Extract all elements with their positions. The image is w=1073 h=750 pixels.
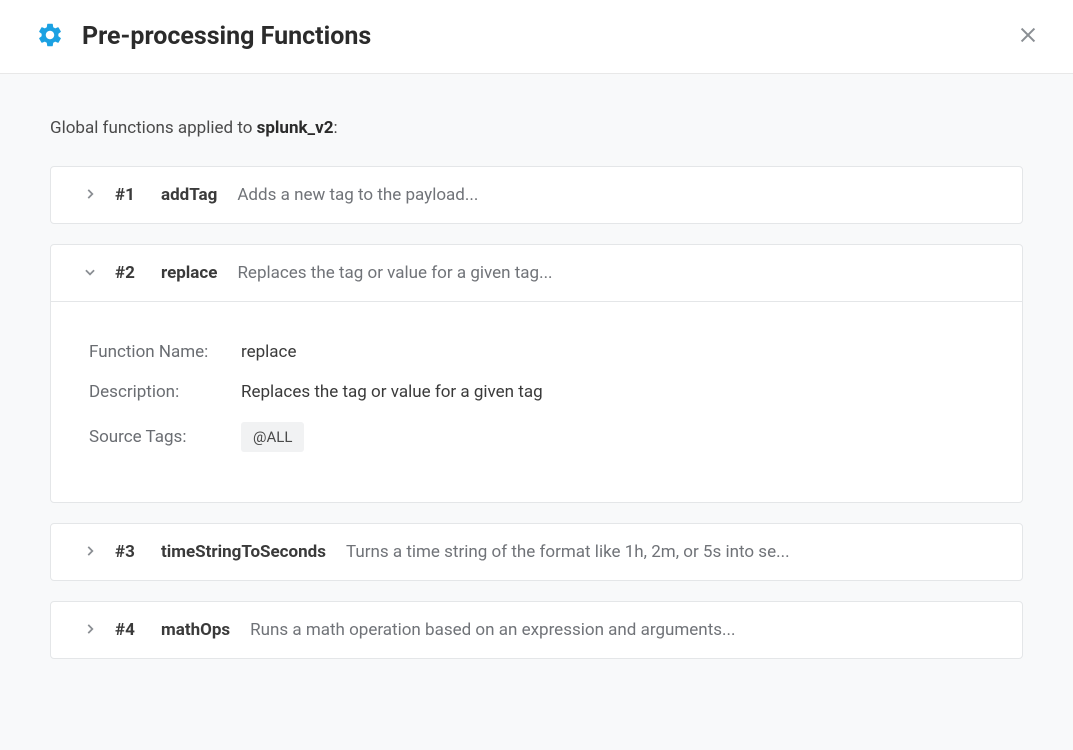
close-icon <box>1017 24 1039 49</box>
page-title: Pre-processing Functions <box>82 22 371 51</box>
function-header-addtag[interactable]: #1 addTag Adds a new tag to the payload.… <box>51 167 1022 223</box>
source-tag-pill: @ALL <box>241 422 304 452</box>
intro-prefix: Global functions applied to <box>50 118 257 138</box>
detail-label: Source Tags: <box>89 427 227 447</box>
modal-header: Pre-processing Functions <box>0 0 1073 74</box>
chevron-right-icon <box>83 543 97 562</box>
close-button[interactable] <box>1013 20 1043 53</box>
function-name: mathOps <box>161 620 230 640</box>
chevron-right-icon <box>83 186 97 205</box>
intro-text: Global functions applied to splunk_v2: <box>50 118 1023 138</box>
function-summary: Replaces the tag or value for a given ta… <box>237 263 552 283</box>
function-name: replace <box>161 263 217 283</box>
function-details: Function Name: replace Description: Repl… <box>51 301 1022 502</box>
function-header-mathops[interactable]: #4 mathOps Runs a math operation based o… <box>51 602 1022 658</box>
function-index: #3 <box>115 542 143 562</box>
function-name: addTag <box>161 185 217 205</box>
chevron-down-icon <box>83 264 97 283</box>
function-name: timeStringToSeconds <box>161 542 326 562</box>
function-summary: Runs a math operation based on an expres… <box>250 620 735 640</box>
function-index: #2 <box>115 263 143 283</box>
detail-label: Description: <box>89 382 227 402</box>
header-left-group: Pre-processing Functions <box>36 21 371 53</box>
detail-value-description: Replaces the tag or value for a given ta… <box>241 382 543 402</box>
function-header-replace[interactable]: #2 replace Replaces the tag or value for… <box>51 245 1022 301</box>
detail-row-function-name: Function Name: replace <box>89 342 984 362</box>
function-index: #4 <box>115 620 143 640</box>
function-card: #3 timeStringToSeconds Turns a time stri… <box>50 523 1023 581</box>
function-card: #2 replace Replaces the tag or value for… <box>50 244 1023 503</box>
gear-icon <box>36 21 64 53</box>
function-card: #1 addTag Adds a new tag to the payload.… <box>50 166 1023 224</box>
function-index: #1 <box>115 185 143 205</box>
intro-suffix: : <box>333 118 337 138</box>
function-summary: Turns a time string of the format like 1… <box>346 542 790 562</box>
function-card: #4 mathOps Runs a math operation based o… <box>50 601 1023 659</box>
intro-target: splunk_v2 <box>257 118 334 138</box>
chevron-right-icon <box>83 621 97 640</box>
detail-row-source-tags: Source Tags: @ALL <box>89 422 984 452</box>
detail-value-function-name: replace <box>241 342 296 362</box>
function-summary: Adds a new tag to the payload... <box>237 185 478 205</box>
detail-label: Function Name: <box>89 342 227 362</box>
function-header-timestringtoseconds[interactable]: #3 timeStringToSeconds Turns a time stri… <box>51 524 1022 580</box>
modal-content: Global functions applied to splunk_v2: #… <box>0 74 1073 699</box>
detail-row-description: Description: Replaces the tag or value f… <box>89 382 984 402</box>
